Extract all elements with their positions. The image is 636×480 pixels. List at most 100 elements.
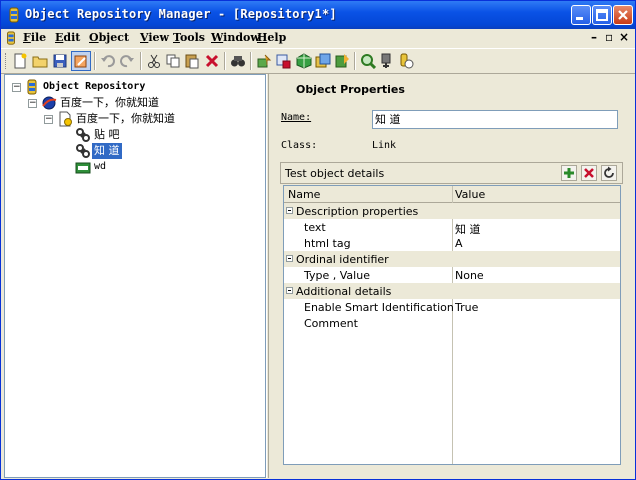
cut-icon[interactable] <box>146 53 162 69</box>
delete-x-icon <box>584 168 594 178</box>
maximize-button[interactable] <box>592 5 612 25</box>
update-from-app-icon[interactable] <box>275 53 291 69</box>
close-button[interactable] <box>613 5 633 25</box>
property-name: Comment <box>304 317 358 330</box>
category-label: Additional details <box>296 285 392 298</box>
new-icon[interactable] <box>12 53 28 69</box>
export-icon[interactable] <box>334 53 350 69</box>
navigate-icon[interactable] <box>315 53 331 69</box>
redo-icon[interactable] <box>119 53 135 69</box>
remove-property-button[interactable] <box>581 165 597 181</box>
menu-tools[interactable]: Tools <box>173 31 205 44</box>
tree-node-browser[interactable]: − 百度一下，你就知道 <box>5 95 263 111</box>
mdi-minimize-button[interactable]: – <box>591 30 597 44</box>
toolbar-separator <box>250 52 252 70</box>
name-field[interactable]: 知 道 <box>372 110 618 129</box>
edit-box-icon <box>75 162 91 174</box>
mdi-restore-button[interactable]: ▫ <box>605 30 613 44</box>
browser-icon <box>42 96 57 110</box>
toolbar-separator <box>354 52 356 70</box>
paste-icon[interactable] <box>184 53 200 69</box>
property-name: text <box>304 221 326 234</box>
property-value[interactable]: A <box>455 237 463 250</box>
details-title: Test object details <box>285 167 385 180</box>
property-row[interactable]: Enable Smart Identification True <box>284 299 620 315</box>
find-icon[interactable] <box>230 53 246 69</box>
refresh-icon <box>604 166 614 178</box>
class-value: Link <box>372 140 397 151</box>
menu-window[interactable]: Window <box>211 31 260 44</box>
toolbar-separator <box>94 52 96 70</box>
category-label: Description properties <box>296 205 419 218</box>
collapse-toggle[interactable]: − <box>12 83 21 92</box>
page-icon <box>59 111 72 127</box>
add-property-button[interactable] <box>561 165 577 181</box>
copy-icon[interactable] <box>165 53 181 69</box>
menu-view[interactable]: View <box>140 31 169 44</box>
link-icon <box>76 144 90 158</box>
category-row[interactable]: Description properties <box>284 203 620 219</box>
category-row[interactable]: Ordinal identifier <box>284 251 620 267</box>
toolbar-grip[interactable] <box>5 53 9 69</box>
maximize-icon <box>596 9 608 21</box>
menu-help[interactable]: Help <box>257 31 286 44</box>
highlight-search-icon[interactable] <box>360 53 376 69</box>
tree-link-tieba-label: 贴 吧 <box>94 128 120 141</box>
menu-edit[interactable]: Edit <box>55 31 80 44</box>
test-object-details-header: Test object details <box>280 162 623 184</box>
save-icon[interactable] <box>52 53 68 69</box>
property-row[interactable]: Comment <box>284 315 620 331</box>
delete-icon[interactable] <box>204 53 220 69</box>
window-title: Object Repository Manager - [Repository1… <box>25 7 337 21</box>
tree-node-link-zhidao[interactable]: 知 道 <box>5 143 263 159</box>
edit-mode-button[interactable] <box>71 51 91 71</box>
tree-node-link-tieba[interactable]: 贴 吧 <box>5 127 263 143</box>
tree-node-edit-wd[interactable]: wd <box>5 159 263 175</box>
tree-root-label: Object Repository <box>43 81 146 92</box>
properties-grid[interactable]: Name Value Description properties text 知… <box>283 185 621 465</box>
refresh-button[interactable] <box>601 165 617 181</box>
link-icon <box>76 128 90 142</box>
toolbar-separator <box>224 52 226 70</box>
menu-file[interactable]: File <box>23 31 46 44</box>
toolbar <box>1 48 635 74</box>
collapse-icon[interactable] <box>286 287 293 294</box>
title-bar[interactable]: Object Repository Manager - [Repository1… <box>1 1 635 29</box>
tree-node-page[interactable]: − 百度一下，你就知道 <box>5 111 263 127</box>
open-icon[interactable] <box>32 53 48 69</box>
minimize-button[interactable] <box>571 5 591 25</box>
name-label: Name: <box>281 112 312 123</box>
property-row[interactable]: text 知 道 <box>284 219 620 236</box>
app-window: Object Repository Manager - [Repository1… <box>0 0 636 480</box>
document-menu-icon[interactable] <box>4 31 18 45</box>
add-objects-icon[interactable] <box>256 53 272 69</box>
tree-page-label: 百度一下，你就知道 <box>76 112 175 125</box>
associate-repositories-icon[interactable] <box>398 53 414 69</box>
define-object-icon[interactable] <box>296 53 312 69</box>
collapse-toggle[interactable]: − <box>28 99 37 108</box>
object-tree[interactable]: − Object Repository − 百度一下，你就知道 − 百度一下，你… <box>4 74 266 478</box>
collapse-icon[interactable] <box>286 255 293 262</box>
collapse-icon[interactable] <box>286 207 293 214</box>
property-value[interactable]: None <box>455 269 484 282</box>
property-row[interactable]: Type , Value None <box>284 267 620 283</box>
property-name: Enable Smart Identification <box>304 301 454 314</box>
toolbar-separator <box>140 52 142 70</box>
mdi-close-button[interactable]: × <box>619 30 629 44</box>
property-row[interactable]: html tag A <box>284 235 620 251</box>
category-label: Ordinal identifier <box>296 253 389 266</box>
object-spy-icon[interactable] <box>379 53 395 69</box>
category-row[interactable]: Additional details <box>284 283 620 299</box>
menu-bar: File Edit Object View Tools Window Help … <box>1 29 635 47</box>
minimize-icon <box>576 17 583 20</box>
menu-object[interactable]: Object <box>89 31 129 44</box>
property-name: Type , Value <box>304 269 370 282</box>
properties-title: Object Properties <box>296 83 405 96</box>
property-name: html tag <box>304 237 351 250</box>
collapse-toggle[interactable]: − <box>44 115 53 124</box>
close-icon <box>618 10 628 20</box>
property-value[interactable]: True <box>455 301 478 314</box>
repository-icon <box>27 79 37 95</box>
undo-icon[interactable] <box>100 53 116 69</box>
tree-node-root[interactable]: − Object Repository <box>5 79 263 95</box>
